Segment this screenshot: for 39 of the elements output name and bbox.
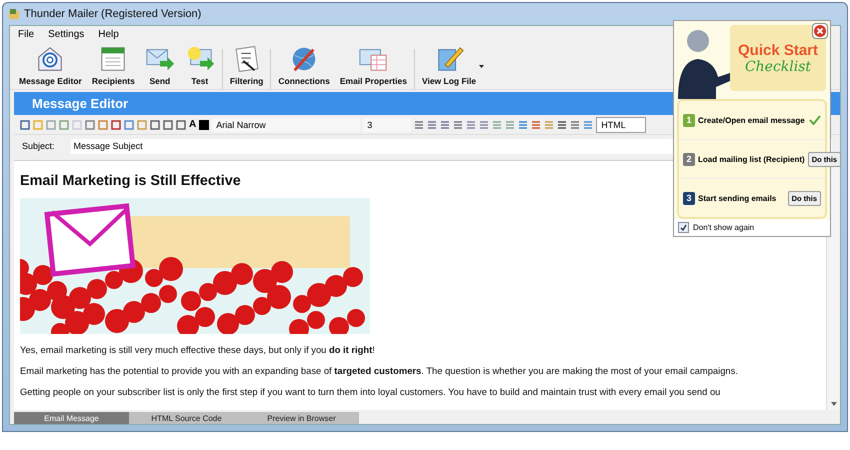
- toolbar-button[interactable]: Test: [180, 44, 220, 89]
- menu-item[interactable]: File: [18, 29, 34, 40]
- app-icon: [8, 8, 20, 20]
- window-title: Thunder Mailer (Registered Version): [24, 8, 202, 20]
- close-button[interactable]: [812, 23, 828, 39]
- size-dropdown[interactable]: 3: [363, 118, 412, 132]
- paragraph: Email marketing has the potential to provide you with an expanding base of targeted customers. The question is whether you are making the most of your email campaigns.: [20, 365, 739, 376]
- document-heading: Email Marketing is Still Effective: [20, 173, 242, 189]
- toolbar-button[interactable]: Send: [140, 44, 180, 89]
- toolbar-button[interactable]: Recipients: [86, 44, 140, 89]
- paragraph: Yes, email marketing is still very much effective these days, but only if you do it right!: [20, 344, 376, 355]
- toolbar-button[interactable]: View Log File: [416, 44, 482, 89]
- toolbar-button[interactable]: Connections: [273, 44, 335, 89]
- caret-icon[interactable]: [479, 64, 484, 68]
- step-number: 3: [683, 192, 695, 204]
- editor-tab[interactable]: Email Message: [14, 412, 129, 424]
- checkbox-label: Don't show again: [693, 223, 754, 232]
- popup-subtitle: Checklist: [744, 58, 812, 74]
- font-dropdown[interactable]: Arial Narrow: [212, 118, 360, 132]
- editor-tab[interactable]: HTML Source Code: [129, 412, 244, 424]
- step-label: Start sending emails: [698, 194, 778, 202]
- scroll-down-icon[interactable]: [830, 402, 836, 406]
- toolbar-button[interactable]: Filtering: [224, 44, 268, 89]
- editor-tab[interactable]: Preview in Browser: [244, 412, 359, 424]
- step-label: Create/Open email message: [698, 116, 806, 124]
- color-swatch[interactable]: [199, 120, 210, 130]
- paragraph: Getting people on your subscriber list is only the first step if you want to turn them into loyal customers. You have to build and maintain trust with every email you send ou: [20, 386, 722, 397]
- step-number: 1: [683, 114, 695, 126]
- menu-item[interactable]: Help: [98, 29, 119, 40]
- subject-label: Subject:: [22, 141, 55, 151]
- font-color-button[interactable]: A: [189, 119, 196, 130]
- toolbar-button[interactable]: Message Editor: [14, 44, 87, 89]
- popup-title: Quick Start: [738, 42, 818, 58]
- step-label: Load mailing list (Recipient): [698, 154, 805, 164]
- step-number: 2: [683, 152, 695, 166]
- format-dropdown[interactable]: HTML: [596, 116, 646, 132]
- checkbox[interactable]: [678, 222, 689, 233]
- menu-item[interactable]: Settings: [48, 29, 84, 40]
- toolbar-button[interactable]: Email Properties: [334, 44, 412, 89]
